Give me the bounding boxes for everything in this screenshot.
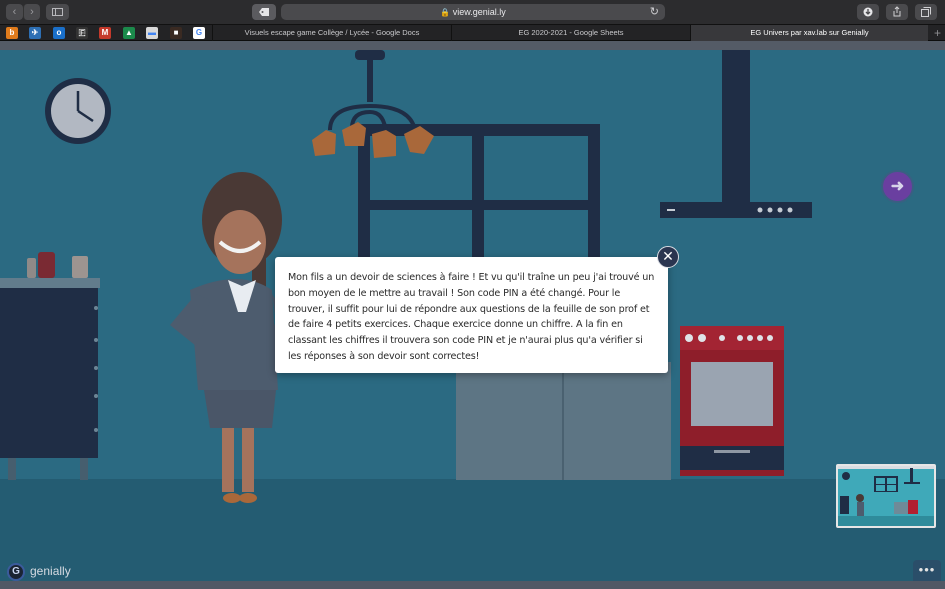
tab-google-docs[interactable]: Visuels escape game Collège / Lycée - Go…	[212, 25, 451, 41]
more-icon: •••	[918, 562, 936, 577]
tab-google-sheets[interactable]: EG 2020-2021 - Google Sheets	[451, 25, 690, 41]
woman-character-illustration	[170, 172, 290, 503]
bookmark-gmail-icon[interactable]: M	[99, 27, 111, 39]
left-counter-illustration	[0, 252, 100, 480]
bookmark-fav-7-icon[interactable]: ▬	[146, 27, 158, 39]
bookmark-fav-4-icon[interactable]: 🇫	[76, 27, 88, 39]
story-text: Mon fils a un devoir de sciences à faire…	[288, 272, 655, 362]
back-button[interactable]: ‹	[6, 4, 23, 20]
share-button[interactable]	[886, 4, 908, 20]
browser-toolbar: ‹ › 🔒 view.genial.ly ↻	[0, 0, 945, 25]
arrow-right-icon: ➜	[890, 178, 905, 195]
next-slide-button[interactable]: ➜	[881, 170, 914, 203]
range-hood-illustration	[660, 50, 812, 218]
slide-thumbnail[interactable]	[836, 464, 936, 528]
tab-label: EG Univers par xav.lab sur Genially	[750, 28, 869, 37]
chevron-right-icon: ›	[30, 6, 34, 18]
bookmark-fav-1-icon[interactable]: b	[6, 27, 18, 39]
bookmark-drive-icon[interactable]: ▲	[123, 27, 135, 39]
tab-label: EG 2020-2021 - Google Sheets	[518, 28, 624, 37]
tab-label: Visuels escape game Collège / Lycée - Go…	[244, 28, 420, 37]
thumbnail-preview-icon	[838, 466, 934, 526]
chevron-left-icon: ‹	[12, 6, 17, 18]
tabs-overview-icon	[921, 7, 931, 17]
share-icon	[893, 6, 901, 17]
url-text: view.genial.ly	[452, 7, 506, 17]
bookmark-fav-8-icon[interactable]: ■	[170, 27, 182, 39]
address-bar[interactable]: 🔒 view.genial.ly ↻	[281, 4, 665, 20]
tab-strip: b ✈ o 🇫 M ▲ ▬ ■ G Visuels escape game Collège / …	[0, 25, 945, 41]
tag-button[interactable]	[252, 4, 276, 20]
brand-name: genially	[30, 564, 71, 578]
bookmark-fav-2-icon[interactable]: ✈	[29, 27, 41, 39]
genially-logo-icon: G	[7, 563, 25, 581]
close-popup-button[interactable]: ✕	[657, 246, 679, 268]
tag-icon	[259, 8, 269, 16]
download-icon	[863, 7, 873, 17]
bookmark-google-icon[interactable]: G	[193, 27, 205, 39]
story-popup: Mon fils a un devoir de sciences à faire…	[275, 257, 668, 373]
oven-illustration	[680, 326, 784, 476]
sidebar-button[interactable]	[46, 4, 69, 20]
reload-icon[interactable]: ↻	[650, 4, 659, 20]
bookmark-outlook-icon[interactable]: o	[53, 27, 65, 39]
forward-button[interactable]: ›	[23, 4, 40, 20]
download-button[interactable]	[857, 4, 879, 20]
page-top-strip	[0, 41, 945, 50]
tabs-overview-button[interactable]	[915, 4, 937, 20]
close-icon: ✕	[662, 248, 674, 264]
chandelier-illustration	[312, 50, 434, 158]
lock-icon: 🔒	[440, 8, 451, 17]
new-tab-button[interactable]: +	[934, 25, 941, 41]
sidebar-icon	[52, 8, 63, 16]
page-bottom-strip	[0, 581, 945, 589]
tab-genially[interactable]: EG Univers par xav.lab sur Genially	[690, 25, 928, 41]
clock-illustration	[45, 78, 111, 144]
